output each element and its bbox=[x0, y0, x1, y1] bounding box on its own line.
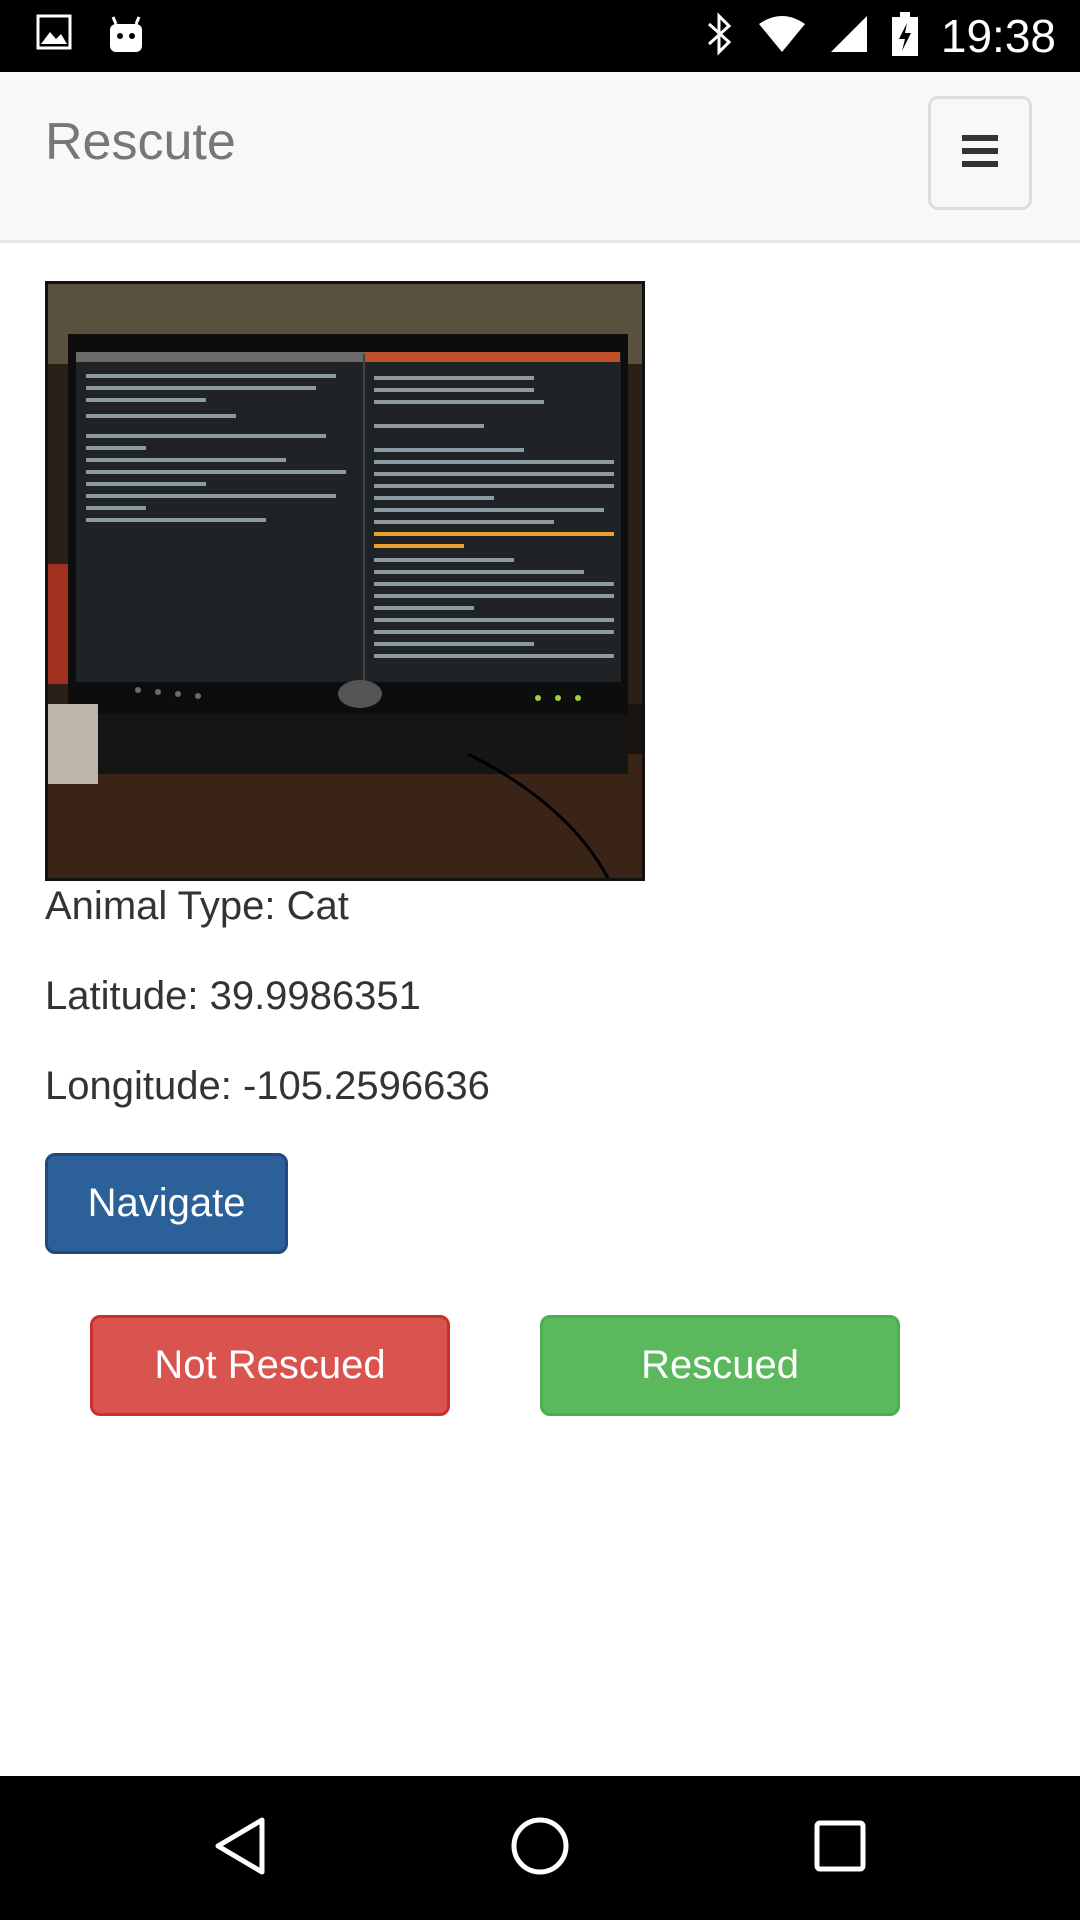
android-icon bbox=[106, 14, 146, 59]
home-button[interactable] bbox=[480, 1776, 600, 1920]
navigate-button[interactable]: Navigate bbox=[45, 1153, 288, 1254]
animal-type-text: Animal Type: Cat bbox=[45, 884, 349, 928]
rescued-button[interactable]: Rescued bbox=[540, 1315, 900, 1416]
status-bar: 19:38 bbox=[0, 0, 1080, 72]
home-icon bbox=[510, 1816, 570, 1881]
system-navigation-bar bbox=[0, 1776, 1080, 1920]
latitude-text: Latitude: 39.9986351 bbox=[45, 974, 421, 1018]
not-rescued-button[interactable]: Not Rescued bbox=[90, 1315, 450, 1416]
back-button[interactable] bbox=[180, 1776, 300, 1920]
recents-button[interactable] bbox=[780, 1776, 900, 1920]
signal-icon bbox=[829, 14, 869, 59]
brand-title[interactable]: Rescute bbox=[45, 112, 236, 172]
recents-icon bbox=[813, 1819, 867, 1878]
status-time: 19:38 bbox=[940, 10, 1056, 62]
bluetooth-icon bbox=[705, 11, 735, 61]
wifi-icon bbox=[757, 14, 807, 59]
navbar: Rescute bbox=[0, 72, 1080, 243]
longitude-text: Longitude: -105.2596636 bbox=[45, 1064, 490, 1108]
image-icon bbox=[36, 14, 72, 59]
menu-toggle-button[interactable] bbox=[928, 96, 1032, 210]
animal-photo bbox=[45, 281, 645, 881]
battery-charging-icon bbox=[891, 11, 919, 62]
animal-details: Animal Type: Cat Latitude: 39.9986351 Lo… bbox=[45, 281, 645, 1108]
back-icon bbox=[212, 1816, 268, 1881]
hamburger-icon bbox=[962, 134, 998, 173]
